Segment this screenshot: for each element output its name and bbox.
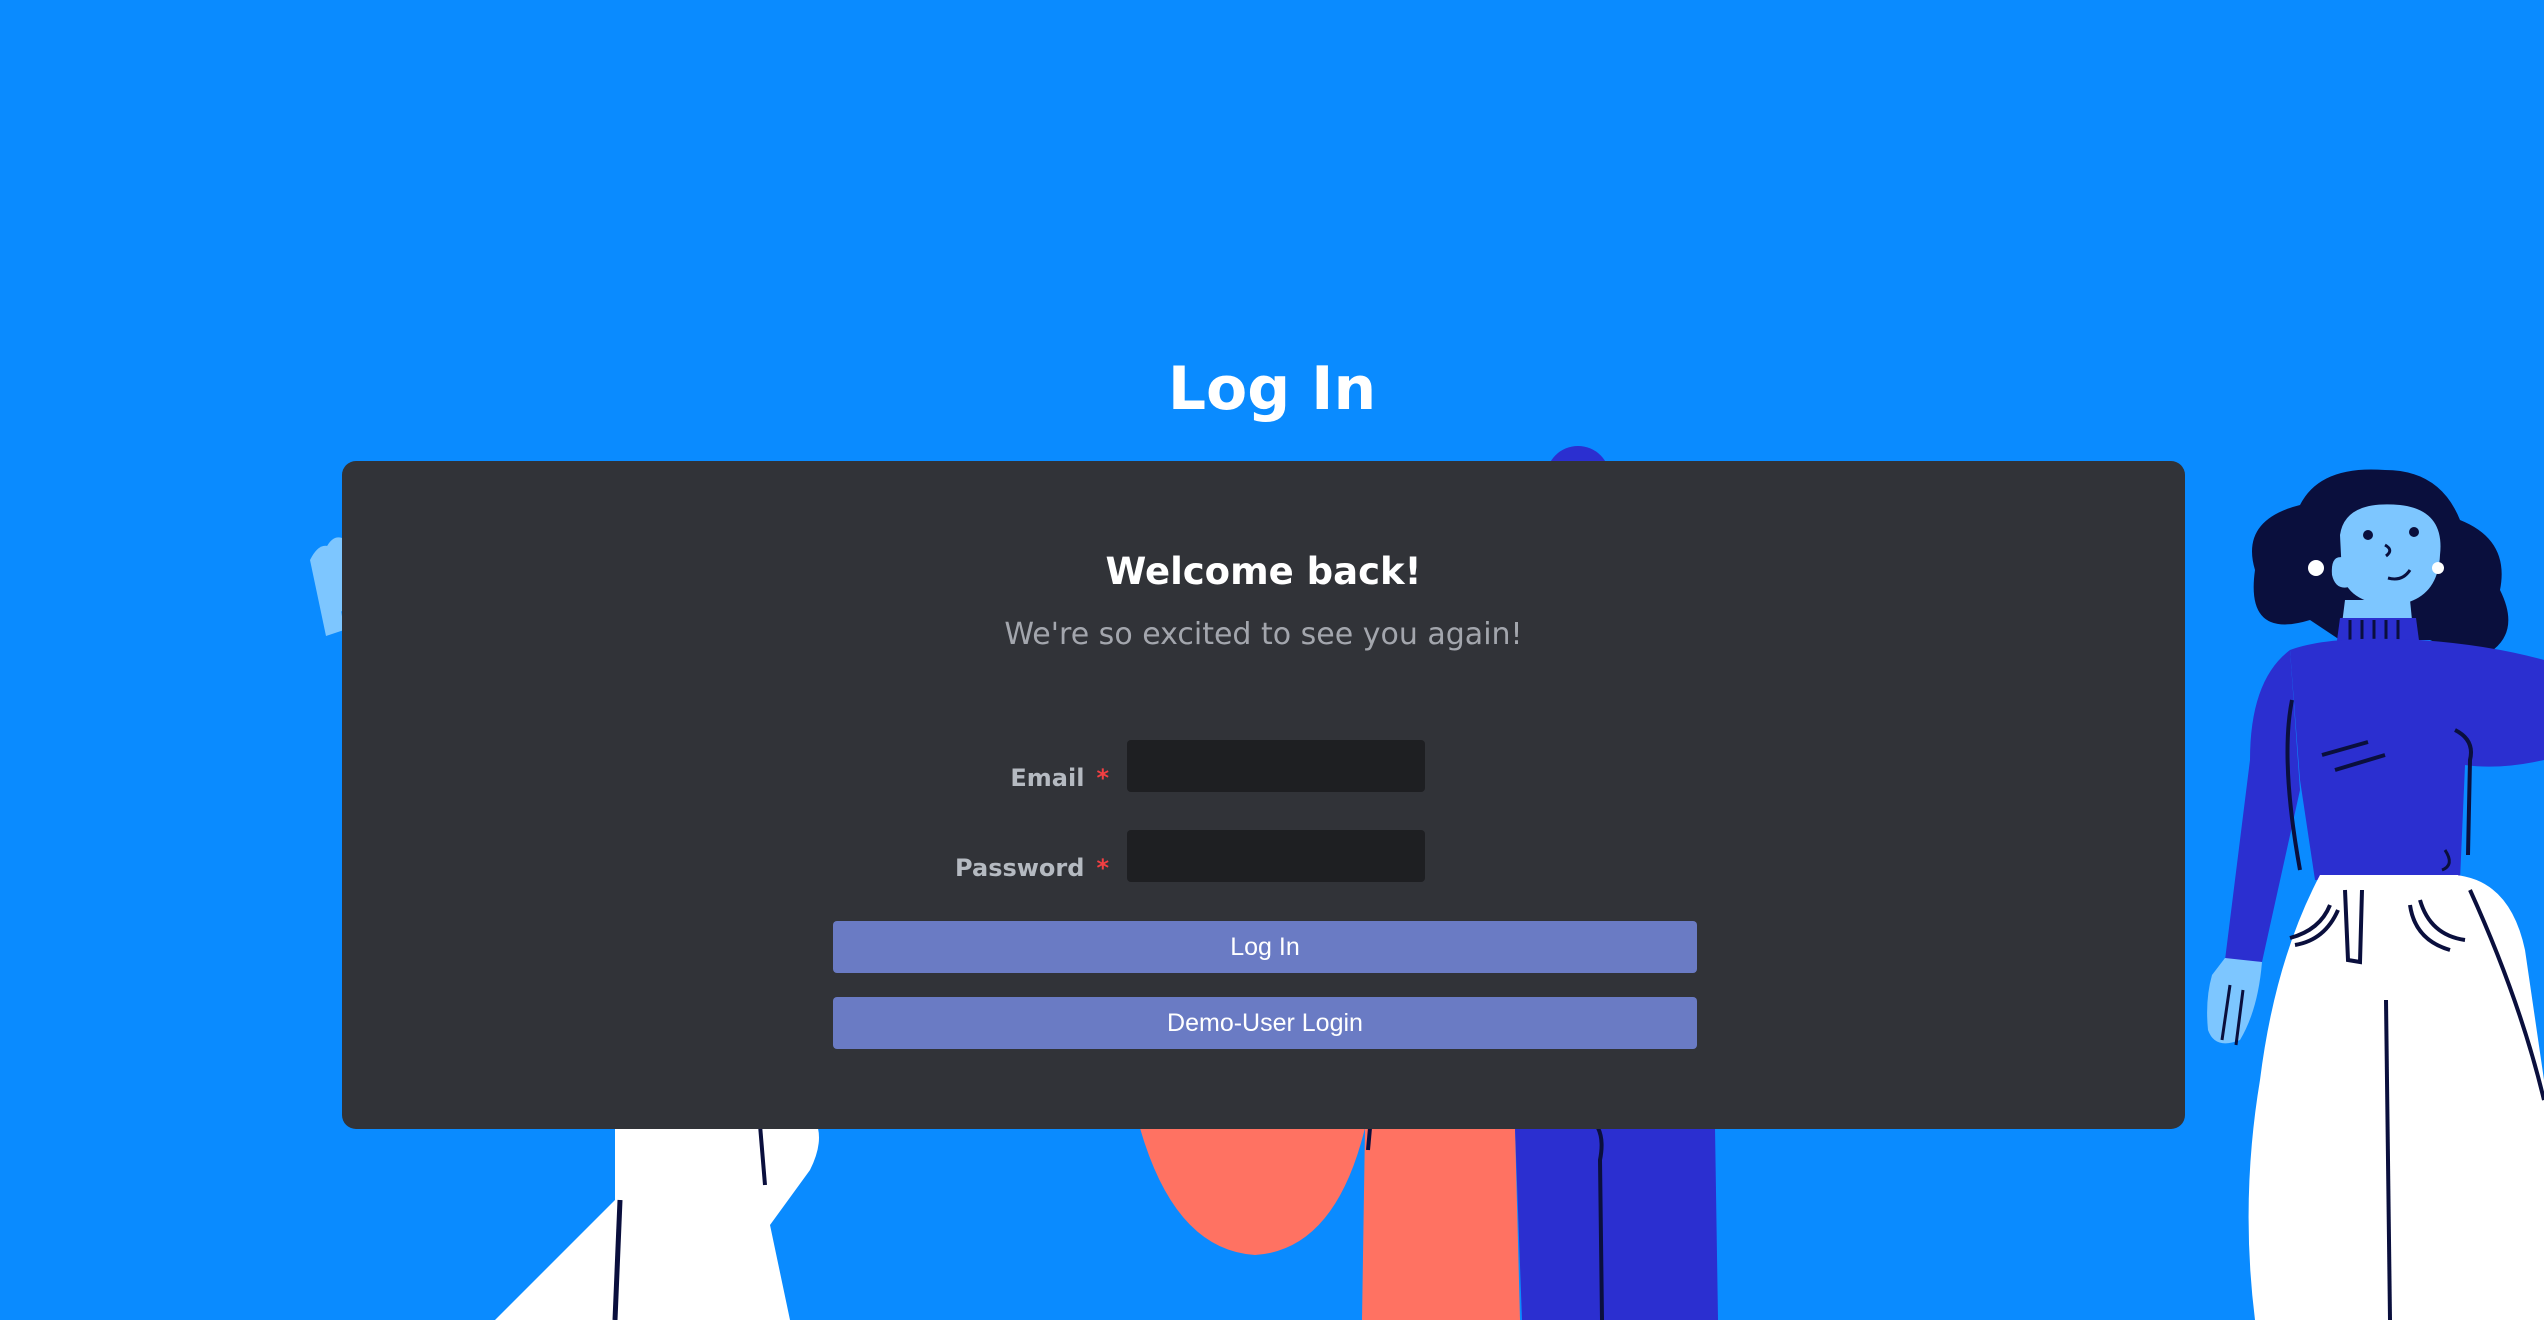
page-title: Log In — [1167, 354, 1377, 424]
welcome-subtitle: We're so excited to see you again! — [1004, 617, 1523, 652]
email-label: Email * — [1010, 763, 1109, 793]
middle-figure-blue-pants — [1515, 1127, 1718, 1320]
middle-figure-coral — [1140, 1127, 1520, 1320]
password-label-text: Password — [955, 854, 1085, 882]
demo-user-login-button[interactable]: Demo-User Login — [833, 997, 1697, 1049]
email-input[interactable] — [1127, 740, 1425, 792]
email-required-marker: * — [1096, 764, 1109, 792]
password-required-marker: * — [1096, 854, 1109, 882]
welcome-heading: Welcome back! — [1105, 550, 1422, 593]
email-label-text: Email — [1010, 764, 1085, 792]
login-button[interactable]: Log In — [833, 921, 1697, 973]
right-woman-figure — [2207, 469, 2544, 1320]
password-input[interactable] — [1127, 830, 1425, 882]
left-figure-pants — [495, 1120, 819, 1320]
password-label: Password * — [955, 853, 1109, 883]
login-card: Welcome back! We're so excited to see yo… — [342, 461, 2185, 1129]
